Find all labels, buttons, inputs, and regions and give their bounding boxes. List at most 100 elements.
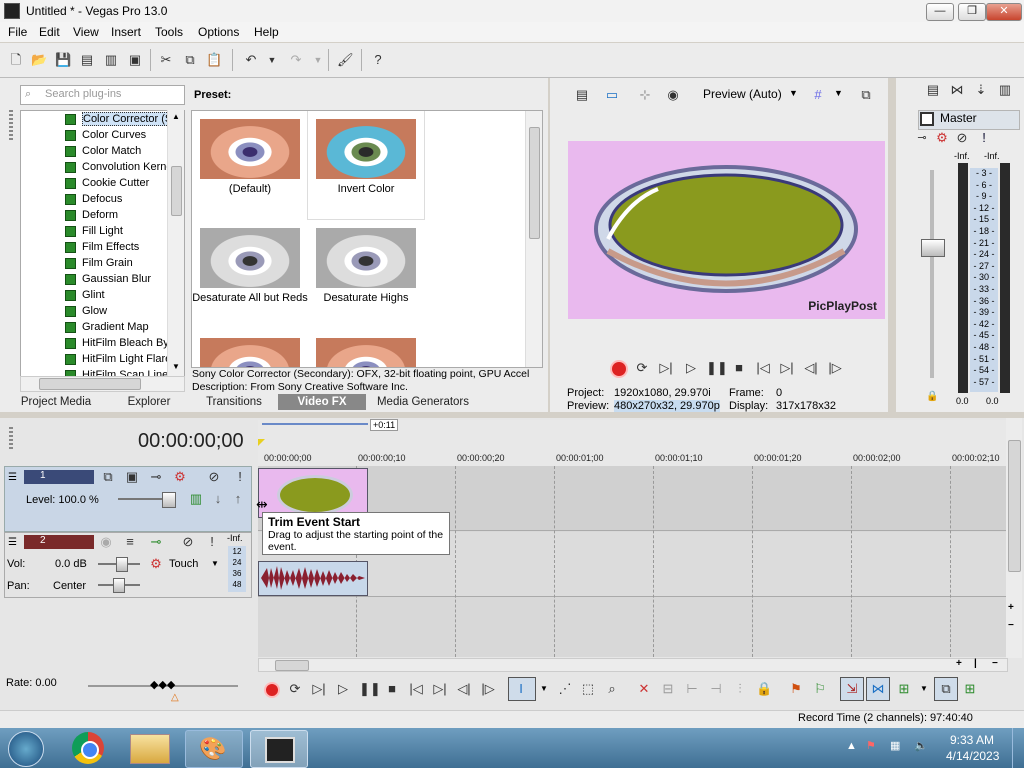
open-folder-icon[interactable]: 📂 [31,52,47,68]
master-solo-icon[interactable]: ! [976,130,992,146]
redo-icon[interactable]: ↷ [288,52,304,68]
preset-desaturate-highs[interactable]: Desaturate Highs [308,220,424,330]
audio-track-fx-icon[interactable]: ⊸ [148,534,164,550]
show-desktop-button[interactable] [1012,728,1024,768]
stop-icon[interactable]: ■ [731,360,747,376]
trim-start-icon[interactable]: ⊢ [684,681,700,697]
overlays-icon[interactable]: # [810,87,826,103]
menu-view[interactable]: View [73,25,99,39]
timeline-record-button[interactable] [264,682,280,698]
clock-time[interactable]: 9:33 AM [950,733,994,747]
meter-options-icon[interactable]: ▥ [997,82,1013,98]
zoom-tool-icon[interactable]: | [974,658,977,669]
search-plugins-input[interactable]: ⌕ Search plug-ins [20,85,185,105]
next-frame-icon[interactable]: |▷ [827,360,843,376]
render-icon[interactable]: ▤ [79,52,95,68]
plugin-tree-item[interactable]: HitFilm Light Flares [21,351,184,367]
timeline-go-start-icon[interactable]: |◁ [408,681,424,697]
preview-properties-icon[interactable]: ▤ [574,87,590,103]
redo-dropdown-icon[interactable]: ▼ [310,52,326,68]
maximize-button[interactable]: ❐ [958,3,986,21]
video-track-mute-icon[interactable]: ⊘ [206,469,222,485]
cut-icon[interactable]: ✂ [158,52,174,68]
automation-mode-dropdown[interactable]: Touch [169,558,198,570]
cursor-marker-icon[interactable] [258,439,265,446]
plugin-tree-item[interactable]: Convolution Kerne [21,159,184,175]
play-from-start-icon[interactable]: ▷| [658,360,674,376]
preview-record-icon[interactable]: ◉ [665,87,681,103]
go-to-end-icon[interactable]: ▷| [779,360,795,376]
automation-gear-icon[interactable]: ⚙ [148,556,164,572]
zoom-out-horizontal-icon[interactable]: − [992,658,998,669]
trim-end-icon[interactable]: ⊣ [708,681,724,697]
master-fader-handle[interactable] [921,239,945,257]
pause-icon[interactable]: ❚❚ [706,360,728,376]
preview-video-frame[interactable]: PicPlayPost [568,141,885,319]
video-track-solo-icon[interactable]: ! [232,469,248,485]
plugin-tree-item[interactable]: Film Grain [21,255,184,271]
plugin-tree-item[interactable]: Deform [21,207,184,223]
preset-scrollbar[interactable] [525,111,542,367]
menu-options[interactable]: Options [198,25,239,39]
plugin-tree-item[interactable]: Glint [21,287,184,303]
plugin-tree-item[interactable]: Color Corrector (S [21,111,184,127]
video-track-fx-icon[interactable]: ▣ [124,469,140,485]
save-icon[interactable]: 💾 [55,52,71,68]
insert-marker-icon[interactable]: ⚑ [788,681,804,697]
enable-snapping-icon[interactable]: 🖌 [337,52,354,68]
audio-event[interactable] [258,561,368,596]
plugin-tree-item[interactable]: Gradient Map [21,319,184,335]
plugin-tree-item[interactable]: Color Match [21,143,184,159]
video-track-motion-icon[interactable]: ⧉ [100,469,116,485]
undo-icon[interactable]: ↶ [243,52,259,68]
plugin-tree-horizontal-scrollbar[interactable] [20,376,185,392]
preset-more[interactable] [192,330,308,367]
lock-event-icon[interactable]: 🔒 [756,681,772,697]
undo-dropdown-icon[interactable]: ▼ [264,52,280,68]
ignore-grouping-icon[interactable]: ⊞ [962,681,978,697]
zoom-in-horizontal-icon[interactable]: + [956,658,962,669]
plugin-tree[interactable]: Color Corrector (S Color Curves Color Ma… [20,110,185,378]
paint-taskbar-button[interactable]: 🎨 [185,730,243,768]
action-center-icon[interactable]: ⚑ [866,739,876,752]
preset-more[interactable] [308,330,424,367]
properties-icon[interactable]: ▥ [103,52,119,68]
menu-help[interactable]: Help [254,25,279,39]
insert-region-icon[interactable]: ⚐ [812,681,828,697]
menu-tools[interactable]: Tools [155,25,183,39]
go-to-start-icon[interactable]: |◁ [755,360,771,376]
video-track-composite-icon[interactable]: ⊸ [148,469,164,485]
plugin-tree-item[interactable]: Gaussian Blur [21,271,184,287]
network-icon[interactable]: ▦ [890,739,900,752]
loop-region-bar[interactable] [262,423,368,425]
timeline-play-icon[interactable]: ▷ [335,681,351,697]
show-hidden-icons-icon[interactable]: ▲ [846,740,857,752]
play-icon[interactable]: ▷ [683,360,699,376]
plugin-tree-item[interactable]: Cookie Cutter [21,175,184,191]
tab-transitions[interactable]: Transitions [196,394,272,410]
previous-frame-icon[interactable]: ◁| [803,360,819,376]
preset-invert-color[interactable]: Invert Color [307,111,425,220]
audio-track-mute-icon[interactable]: ⊘ [180,534,196,550]
record-button[interactable] [610,360,628,378]
split-icon[interactable]: ⫶ [732,681,748,697]
menu-file[interactable]: File [8,25,27,39]
preview-quality-chevron-icon[interactable]: ▼ [789,88,798,98]
audio-track-eq-icon[interactable]: ≡ [122,534,138,550]
new-file-icon[interactable]: 🗋 [8,52,24,68]
timeline-go-end-icon[interactable]: ▷| [432,681,448,697]
timecode-display[interactable]: 00:00:00;00 [138,430,244,453]
timeline-horizontal-scrollbar[interactable] [258,658,1008,672]
video-track-gear-icon[interactable]: ⚙ [172,469,188,485]
settings-icon[interactable]: ▣ [127,52,143,68]
copy-icon[interactable]: ⧉ [182,52,198,68]
video-level-slider-handle[interactable] [162,492,176,508]
timeline-tracks[interactable]: ⇹ [256,466,1006,657]
menu-edit[interactable]: Edit [39,25,60,39]
timeline-play-from-start-icon[interactable]: ▷| [311,681,327,697]
plugin-tree-item[interactable]: Glow [21,303,184,319]
delete-icon[interactable]: ✕ [636,681,652,697]
track-collapse-icon[interactable]: ☰ [8,472,17,483]
timeline-next-frame-icon[interactable]: |▷ [480,681,496,697]
plugin-tree-item[interactable]: Color Curves [21,127,184,143]
